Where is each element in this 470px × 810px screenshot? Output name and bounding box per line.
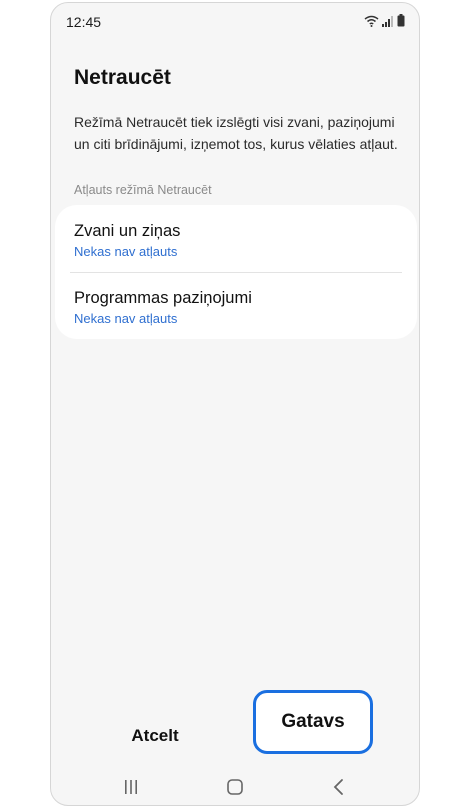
back-icon[interactable] <box>327 777 351 797</box>
page-description: Režīmā Netraucēt tiek izslēgti visi zvan… <box>74 114 398 152</box>
signal-icon <box>382 14 394 32</box>
home-icon[interactable] <box>223 777 247 797</box>
page-title: Netraucēt <box>74 66 171 89</box>
done-button[interactable]: Gatavs <box>253 690 373 754</box>
setting-title: Zvani un ziņas <box>74 222 181 240</box>
recent-apps-icon[interactable] <box>119 777 143 797</box>
phone-screen: 12:45 Netraucēt Režīmā Netraucēt tiek iz… <box>50 2 420 806</box>
setting-title: Programmas paziņojumi <box>74 289 252 307</box>
setting-status: Nekas nav atļauts <box>74 244 178 259</box>
navigation-bar <box>51 769 419 803</box>
setting-app-notifications[interactable]: Programmas paziņojumi Nekas nav atļauts <box>55 273 417 339</box>
status-icons <box>364 14 405 32</box>
battery-icon <box>397 14 405 32</box>
section-label: Atļauts režīmā Netraucēt <box>74 183 212 197</box>
settings-card: Zvani un ziņas Nekas nav atļauts Program… <box>55 205 417 339</box>
cancel-button[interactable]: Atcelt <box>117 721 193 751</box>
wifi-icon <box>364 14 379 32</box>
setting-status: Nekas nav atļauts <box>74 311 178 326</box>
status-time: 12:45 <box>66 14 102 30</box>
status-bar: 12:45 <box>51 3 419 39</box>
done-button-label: Gatavs <box>281 711 345 732</box>
setting-calls-messages[interactable]: Zvani un ziņas Nekas nav atļauts <box>55 205 417 271</box>
